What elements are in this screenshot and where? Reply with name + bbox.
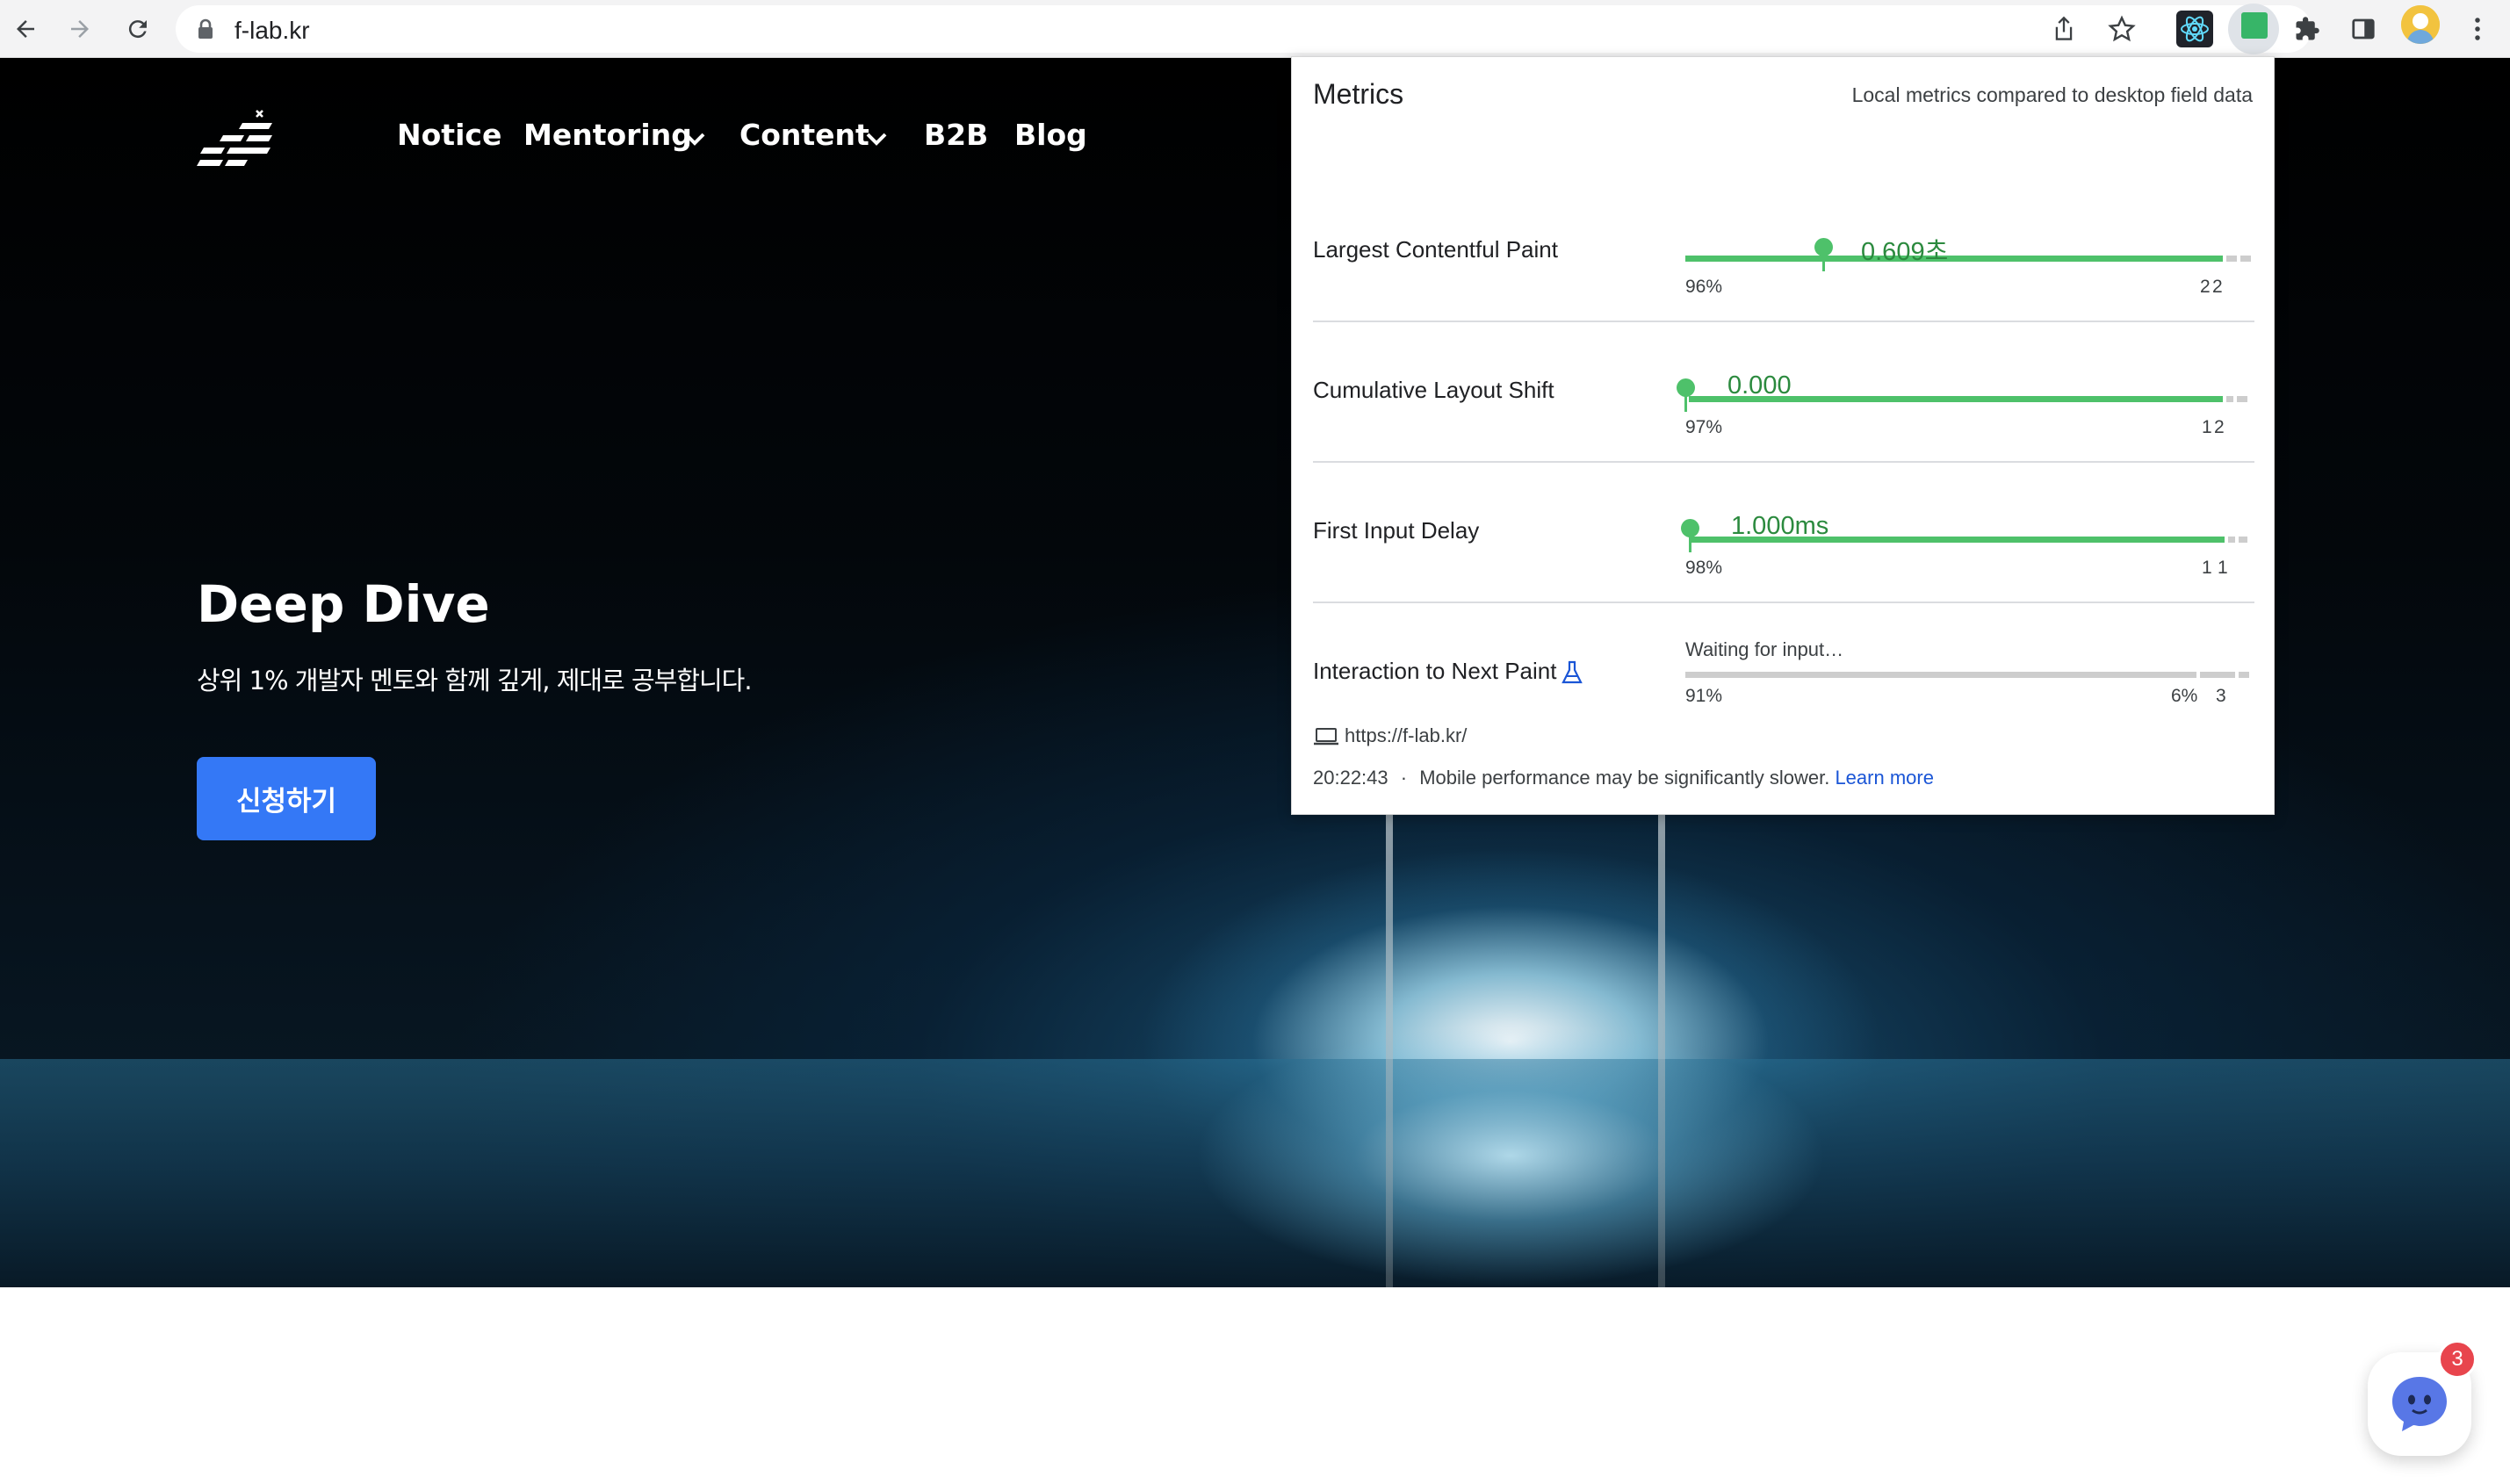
metric-inp: Interaction to Next Paint Waiting for in…: [1313, 603, 2254, 744]
laptop-icon: [1314, 728, 1338, 746]
ni-percent: 1: [2202, 417, 2212, 437]
address-bar[interactable]: f-lab.kr: [176, 5, 2312, 53]
page-url: https://f-lab.kr/: [1313, 724, 1467, 747]
metric-value: 1.000ms: [1731, 512, 1829, 540]
poor-segment: [2239, 537, 2247, 543]
chevron-down-icon[interactable]: [865, 132, 888, 146]
timestamp: 20:22:43: [1313, 767, 1388, 789]
ni-percent: 6%: [2171, 686, 2198, 706]
web-vitals-icon[interactable]: [2241, 12, 2268, 39]
needs-improvement-segment: [2228, 537, 2235, 543]
flask-icon: [1562, 661, 1583, 684]
profile-avatar[interactable]: [2401, 5, 2440, 44]
metric-label: Interaction to Next Paint: [1313, 658, 1583, 685]
light-glow: [1194, 1024, 1827, 1287]
popup-subtitle: Local metrics compared to desktop field …: [1851, 83, 2253, 106]
metric-marker-line: [1822, 252, 1825, 271]
poor-percent: 3: [2216, 686, 2226, 706]
chat-unread-badge: 3: [2438, 1340, 2477, 1379]
url-text: f-lab.kr: [234, 17, 310, 44]
chat-bot-icon: [2392, 1377, 2447, 1431]
side-panel-icon[interactable]: [2343, 9, 2384, 49]
browser-menu-icon[interactable]: [2457, 9, 2498, 49]
good-segment: [1685, 672, 2196, 678]
metric-value: 0.000: [1727, 371, 1792, 400]
light-pole: [1386, 813, 1393, 1287]
react-devtools-icon[interactable]: [2176, 11, 2213, 47]
poor-percent: 2: [2214, 417, 2225, 437]
metric-marker-line: [1689, 533, 1691, 552]
forward-icon[interactable]: [60, 9, 100, 49]
site-logo[interactable]: [197, 109, 276, 178]
nav-blog[interactable]: Blog: [1014, 118, 1087, 152]
poor-segment: [2240, 256, 2251, 262]
nav-mentoring[interactable]: Mentoring: [523, 118, 692, 152]
nav-b2b[interactable]: B2B: [924, 118, 988, 152]
metric-marker-line: [1684, 393, 1687, 412]
needs-improvement-segment: [2200, 672, 2235, 678]
hero-title: Deep Dive: [197, 574, 490, 634]
chevron-down-icon[interactable]: [683, 132, 706, 146]
nav-content[interactable]: Content: [739, 118, 869, 152]
good-percent: 98%: [1685, 558, 1723, 578]
extensions-puzzle-icon[interactable]: [2287, 9, 2327, 49]
web-vitals-popup: Metrics Local metrics compared to deskto…: [1291, 56, 2275, 815]
poor-segment: [2237, 396, 2247, 402]
footer-note: 20:22:43 · Mobile performance may be sig…: [1313, 767, 1934, 789]
metric-fid: First Input Delay 1.000ms 98% 1 1: [1313, 463, 2254, 603]
share-icon[interactable]: [2052, 16, 2076, 42]
separator-dot: ·: [1400, 767, 1408, 789]
popup-title: Metrics: [1313, 78, 1404, 110]
learn-more-link[interactable]: Learn more: [1835, 767, 1934, 789]
bookmark-star-icon[interactable]: [2108, 15, 2136, 43]
good-percent: 91%: [1685, 686, 1723, 706]
metric-value: 0.609초: [1861, 238, 1949, 266]
metric-lcp: Largest Contentful Paint 0.609초 96% 2 2: [1313, 182, 2254, 322]
hero-subtitle: 상위 1% 개발자 멘토와 함께 깊게, 제대로 공부합니다.: [197, 666, 753, 695]
ni-percent: 1: [2202, 558, 2212, 578]
lock-icon: [198, 18, 213, 39]
poor-segment: [2239, 672, 2249, 678]
metric-status: Waiting for input…: [1685, 638, 1844, 660]
good-percent: 97%: [1685, 417, 1723, 437]
good-percent: 96%: [1685, 277, 1723, 297]
metric-label: Largest Contentful Paint: [1313, 236, 1558, 263]
poor-percent: 1: [2218, 558, 2228, 578]
mobile-note: Mobile performance may be significantly …: [1419, 767, 1830, 789]
browser-toolbar: f-lab.kr: [0, 0, 2510, 58]
needs-improvement-segment: [2226, 256, 2237, 262]
poor-percent: 2: [2212, 277, 2223, 297]
metric-label: Cumulative Layout Shift: [1313, 377, 1554, 403]
needs-improvement-segment: [2226, 396, 2233, 402]
nav-notice[interactable]: Notice: [397, 118, 501, 152]
back-icon[interactable]: [5, 9, 46, 49]
metric-label-text: Interaction to Next Paint: [1313, 658, 1557, 684]
reload-icon[interactable]: [118, 9, 158, 49]
ni-percent: 2: [2200, 277, 2211, 297]
good-segment: [1685, 256, 2223, 262]
light-pole: [1658, 813, 1665, 1287]
apply-button[interactable]: 신청하기: [197, 757, 376, 840]
metric-cls: Cumulative Layout Shift 0.000 97% 1 2: [1313, 322, 2254, 463]
page-url-text: https://f-lab.kr/: [1345, 724, 1468, 746]
metric-label: First Input Delay: [1313, 517, 1480, 544]
